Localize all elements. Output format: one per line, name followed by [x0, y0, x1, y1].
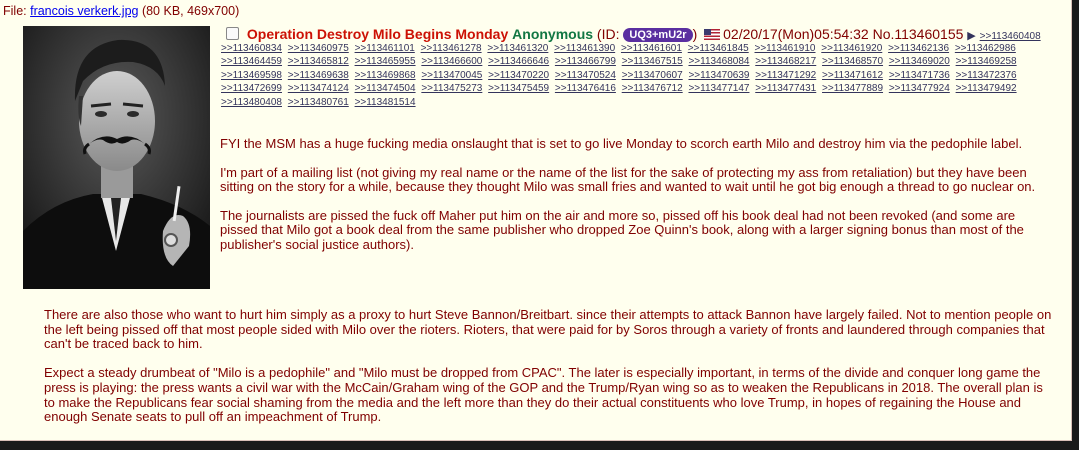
backlink[interactable]: >>113461920: [821, 43, 882, 54]
backlink[interactable]: >>113468217: [755, 56, 816, 67]
backlink[interactable]: >>113461910: [755, 43, 816, 54]
backlink[interactable]: >>113460834: [221, 43, 282, 54]
backlink[interactable]: >>113461390: [554, 43, 615, 54]
post-paragraph: There are also those who want to hurt hi…: [44, 307, 1052, 352]
backlink[interactable]: >>113472376: [956, 70, 1017, 81]
backlink[interactable]: >>113466600: [421, 56, 482, 67]
backlink[interactable]: >>113472699: [221, 83, 282, 94]
post-thumbnail[interactable]: [23, 26, 210, 289]
portrait-image: [23, 26, 210, 289]
post-subject: Operation Destroy Milo Begins Monday: [246, 26, 509, 42]
backlink[interactable]: >>113465812: [288, 56, 349, 67]
backlink[interactable]: >>113470524: [555, 70, 616, 81]
backlink[interactable]: >>113467515: [622, 56, 683, 67]
backlink[interactable]: >>113470220: [488, 70, 549, 81]
backlink[interactable]: >>113460408: [980, 31, 1041, 42]
backlink[interactable]: >>113477431: [755, 83, 816, 94]
backlink[interactable]: >>113479492: [956, 83, 1017, 94]
post-paragraph: The journalists are pissed the fuck off …: [220, 207, 1024, 252]
backlink[interactable]: >>113466646: [488, 56, 549, 67]
file-prefix: File:: [3, 4, 31, 18]
post-body-continued: There are also those who want to hurt hi…: [44, 307, 1054, 439]
post-body: FYI the MSM has a huge fucking media ons…: [220, 136, 1050, 267]
backlink[interactable]: >>113471612: [822, 70, 883, 81]
backlink[interactable]: >>113470639: [688, 70, 749, 81]
backlink[interactable]: >>113461845: [688, 43, 749, 54]
backlink[interactable]: >>113474124: [288, 83, 349, 94]
post-container: File: francois verkerk.jpg (80 KB, 469x7…: [0, 0, 1072, 441]
backlink[interactable]: >>113469020: [889, 56, 950, 67]
backlink[interactable]: >>113481514: [355, 97, 416, 108]
post-select-checkbox[interactable]: [226, 27, 239, 40]
post-paragraph: I'm part of a mailing list (not giving m…: [220, 164, 1036, 195]
backlink[interactable]: >>113468570: [822, 56, 883, 67]
backlink[interactable]: >>113477924: [889, 83, 950, 94]
backlink[interactable]: >>113476712: [622, 83, 683, 94]
backlink[interactable]: >>113461278: [421, 43, 482, 54]
file-info: File: francois verkerk.jpg (80 KB, 469x7…: [3, 4, 239, 18]
backlink[interactable]: >>113468084: [688, 56, 749, 67]
backlink[interactable]: >>113469598: [221, 70, 282, 81]
backlink[interactable]: >>113471736: [889, 70, 950, 81]
backlink[interactable]: >>113461601: [621, 43, 682, 54]
backlink[interactable]: >>113477889: [822, 83, 883, 94]
backlink[interactable]: >>113480761: [288, 97, 349, 108]
backlink[interactable]: >>113464459: [221, 56, 282, 67]
backlink[interactable]: >>113461101: [355, 43, 415, 54]
backlink[interactable]: >>113480408: [221, 97, 282, 108]
backlink[interactable]: >>113470045: [421, 70, 482, 81]
backlink[interactable]: >>113469638: [288, 70, 349, 81]
id-prefix: (ID:: [593, 26, 624, 42]
backlink[interactable]: >>113471292: [755, 70, 816, 81]
backlinks-list: >>113460834 >>113460975 >>113461101 >>11…: [221, 42, 1056, 109]
post-number-link[interactable]: No.113460155: [873, 26, 964, 42]
poster-id-badge[interactable]: UQ3+mU2r: [623, 28, 693, 42]
backlink[interactable]: >>113466799: [555, 56, 616, 67]
post-paragraph: Expect a steady drumbeat of "Milo is a p…: [44, 365, 1043, 425]
poster-name: Anonymous: [512, 26, 594, 42]
backlink[interactable]: >>113469868: [355, 70, 416, 81]
post-paragraph: FYI the MSM has a huge fucking media ons…: [220, 136, 1023, 151]
backlink[interactable]: >>113470607: [622, 70, 683, 81]
file-link[interactable]: francois verkerk.jpg: [30, 4, 138, 18]
backlink[interactable]: >>113477147: [688, 83, 749, 94]
backlink[interactable]: >>113462136: [888, 43, 949, 54]
backlink[interactable]: >>113475273: [421, 83, 482, 94]
backlink[interactable]: >>113475459: [488, 83, 549, 94]
backlink[interactable]: >>113461320: [487, 43, 548, 54]
post-menu-triangle-icon[interactable]: ▶: [967, 30, 975, 42]
backlink[interactable]: >>113476416: [555, 83, 616, 94]
id-suffix: ): [692, 26, 698, 42]
backlink[interactable]: >>113462986: [955, 43, 1016, 54]
backlink[interactable]: >>113474504: [355, 83, 416, 94]
backlink[interactable]: >>113460975: [288, 43, 349, 54]
file-meta: (80 KB, 469x700): [138, 4, 240, 18]
post-datetime: 02/20/17(Mon)05:54:32: [723, 26, 869, 42]
backlink[interactable]: >>113465955: [355, 56, 416, 67]
us-flag-icon: [704, 29, 721, 40]
backlink[interactable]: >>113469258: [956, 56, 1017, 67]
